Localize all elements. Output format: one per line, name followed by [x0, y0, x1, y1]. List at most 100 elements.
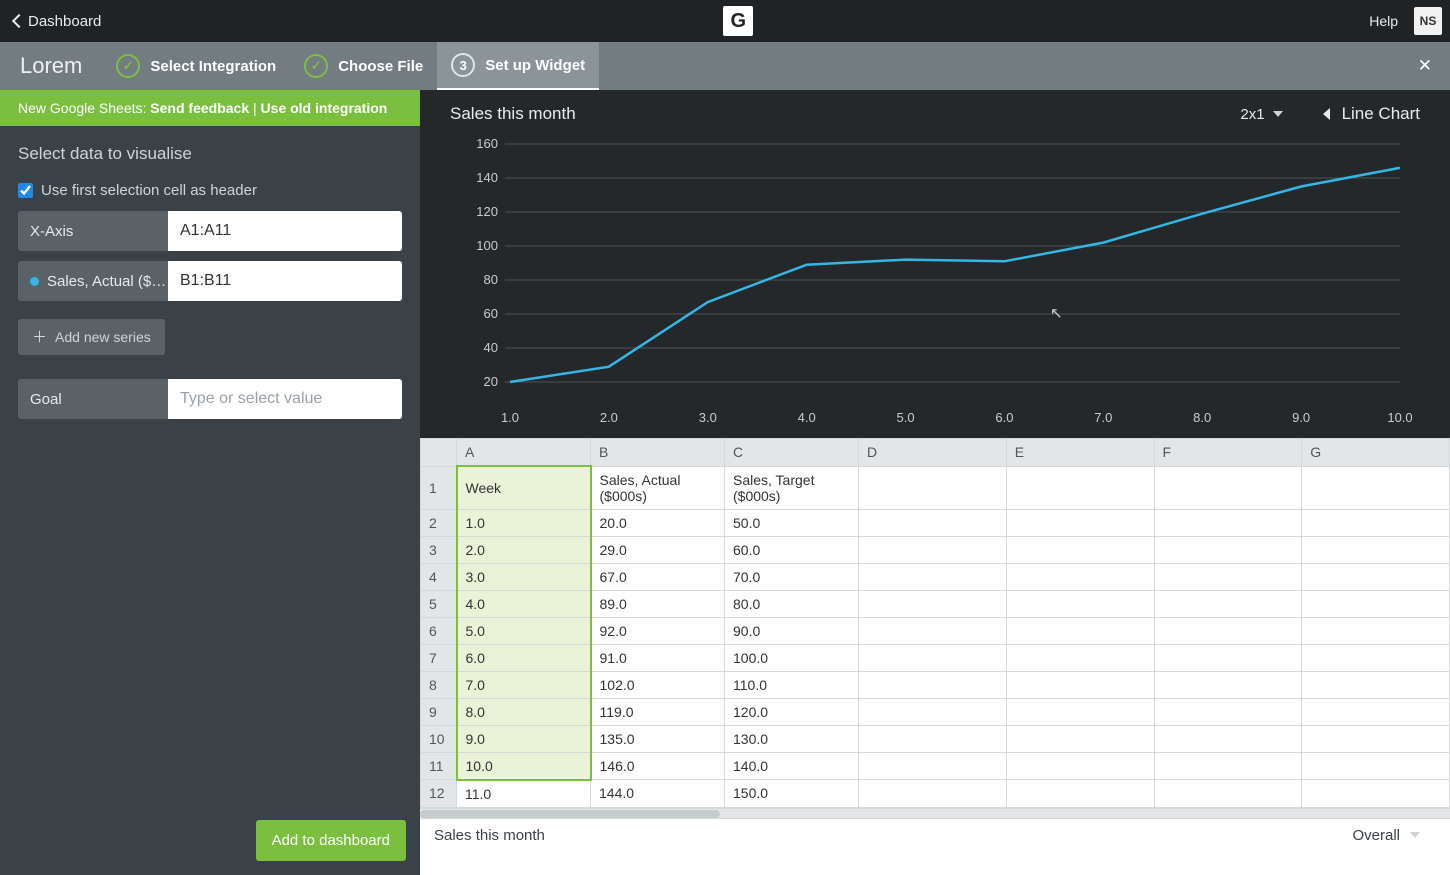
- cell[interactable]: [1302, 466, 1450, 509]
- cell[interactable]: 130.0: [725, 725, 859, 752]
- cell[interactable]: [1006, 671, 1154, 698]
- app-logo[interactable]: G: [723, 6, 753, 36]
- cell[interactable]: [1006, 780, 1154, 808]
- cell[interactable]: [1154, 698, 1302, 725]
- col-header-E[interactable]: E: [1006, 439, 1154, 467]
- cell[interactable]: 4.0: [457, 590, 591, 617]
- cell[interactable]: 1.0: [457, 509, 591, 536]
- cell[interactable]: 3.0: [457, 563, 591, 590]
- cell[interactable]: 90.0: [725, 617, 859, 644]
- sheet-horizontal-scrollbar[interactable]: [420, 808, 1450, 818]
- cell[interactable]: [859, 698, 1007, 725]
- cell[interactable]: 7.0: [457, 671, 591, 698]
- cell[interactable]: 10.0: [457, 752, 591, 780]
- cell[interactable]: 67.0: [591, 563, 725, 590]
- cell[interactable]: 20.0: [591, 509, 725, 536]
- cell[interactable]: [1154, 590, 1302, 617]
- cell[interactable]: [859, 644, 1007, 671]
- cell[interactable]: 80.0: [725, 590, 859, 617]
- cell[interactable]: [859, 466, 1007, 509]
- add-to-dashboard-button[interactable]: Add to dashboard: [256, 820, 406, 861]
- help-link[interactable]: Help: [1369, 13, 1398, 29]
- cell[interactable]: 2.0: [457, 536, 591, 563]
- cell[interactable]: 11.0: [457, 780, 591, 808]
- cell[interactable]: [1154, 780, 1302, 808]
- use-first-header-toggle[interactable]: Use first selection cell as header: [18, 182, 402, 199]
- send-feedback-link[interactable]: Send feedback: [150, 100, 249, 116]
- cell[interactable]: 6.0: [457, 644, 591, 671]
- cell[interactable]: 29.0: [591, 536, 725, 563]
- row-header[interactable]: 11: [421, 752, 457, 780]
- cell[interactable]: 150.0: [725, 780, 859, 808]
- cell[interactable]: [1154, 644, 1302, 671]
- row-header[interactable]: 3: [421, 536, 457, 563]
- cell[interactable]: 146.0: [591, 752, 725, 780]
- col-header-F[interactable]: F: [1154, 439, 1302, 467]
- cell[interactable]: [1006, 617, 1154, 644]
- cell[interactable]: [859, 671, 1007, 698]
- cell[interactable]: [859, 617, 1007, 644]
- chart-type-select[interactable]: Line Chart: [1323, 104, 1420, 124]
- col-header-A[interactable]: A: [457, 439, 591, 467]
- cell[interactable]: [1302, 509, 1450, 536]
- cell[interactable]: [1006, 698, 1154, 725]
- col-header-B[interactable]: B: [591, 439, 725, 467]
- row-header[interactable]: 8: [421, 671, 457, 698]
- cell[interactable]: 5.0: [457, 617, 591, 644]
- step-choose-file[interactable]: ✓ Choose File: [290, 42, 437, 90]
- step-select-integration[interactable]: ✓ Select Integration: [102, 42, 290, 90]
- row-header[interactable]: 12: [421, 780, 457, 808]
- col-header-D[interactable]: D: [859, 439, 1007, 467]
- cell[interactable]: 70.0: [725, 563, 859, 590]
- cell[interactable]: [1154, 509, 1302, 536]
- cell[interactable]: Sales, Actual ($000s): [591, 466, 725, 509]
- cell[interactable]: 135.0: [591, 725, 725, 752]
- cell[interactable]: Week: [457, 466, 591, 509]
- row-header[interactable]: 2: [421, 509, 457, 536]
- cell[interactable]: 50.0: [725, 509, 859, 536]
- cell[interactable]: [1154, 725, 1302, 752]
- goal-input[interactable]: [168, 379, 402, 419]
- cell[interactable]: [859, 536, 1007, 563]
- scrollbar-thumb[interactable]: [420, 810, 720, 818]
- user-avatar[interactable]: NS: [1414, 7, 1442, 35]
- cell[interactable]: [859, 752, 1007, 780]
- cell[interactable]: [1006, 590, 1154, 617]
- widget-size-select[interactable]: 2x1: [1240, 106, 1282, 123]
- cell[interactable]: 102.0: [591, 671, 725, 698]
- sheet-table[interactable]: ABCDEFG1WeekSales, Actual ($000s)Sales, …: [420, 438, 1450, 808]
- cell[interactable]: [1154, 466, 1302, 509]
- col-header-G[interactable]: G: [1302, 439, 1450, 467]
- cell[interactable]: [1154, 752, 1302, 780]
- cell[interactable]: 119.0: [591, 698, 725, 725]
- cell[interactable]: [1302, 752, 1450, 780]
- cell[interactable]: [859, 780, 1007, 808]
- cell[interactable]: 120.0: [725, 698, 859, 725]
- cell[interactable]: [1154, 671, 1302, 698]
- cell[interactable]: Sales, Target ($000s): [725, 466, 859, 509]
- row-header[interactable]: 4: [421, 563, 457, 590]
- cell[interactable]: [1154, 617, 1302, 644]
- cell[interactable]: [859, 590, 1007, 617]
- cell[interactable]: [1302, 590, 1450, 617]
- cell[interactable]: 8.0: [457, 698, 591, 725]
- series1-input[interactable]: [168, 261, 402, 301]
- cell[interactable]: 100.0: [725, 644, 859, 671]
- step-set-up-widget[interactable]: 3 Set up Widget: [437, 42, 599, 90]
- cell[interactable]: [1154, 536, 1302, 563]
- cell[interactable]: [1302, 698, 1450, 725]
- cell[interactable]: 144.0: [591, 780, 725, 808]
- cell[interactable]: [1302, 725, 1450, 752]
- cell[interactable]: [1302, 563, 1450, 590]
- row-header[interactable]: 10: [421, 725, 457, 752]
- cell[interactable]: [859, 725, 1007, 752]
- use-old-integration-link[interactable]: Use old integration: [261, 100, 388, 116]
- sheet-tab[interactable]: Sales this month: [434, 827, 545, 844]
- col-header-C[interactable]: C: [725, 439, 859, 467]
- use-first-header-checkbox[interactable]: [18, 183, 33, 198]
- cell[interactable]: 91.0: [591, 644, 725, 671]
- row-header[interactable]: 6: [421, 617, 457, 644]
- cell[interactable]: [859, 563, 1007, 590]
- cell[interactable]: [1006, 752, 1154, 780]
- cell[interactable]: 89.0: [591, 590, 725, 617]
